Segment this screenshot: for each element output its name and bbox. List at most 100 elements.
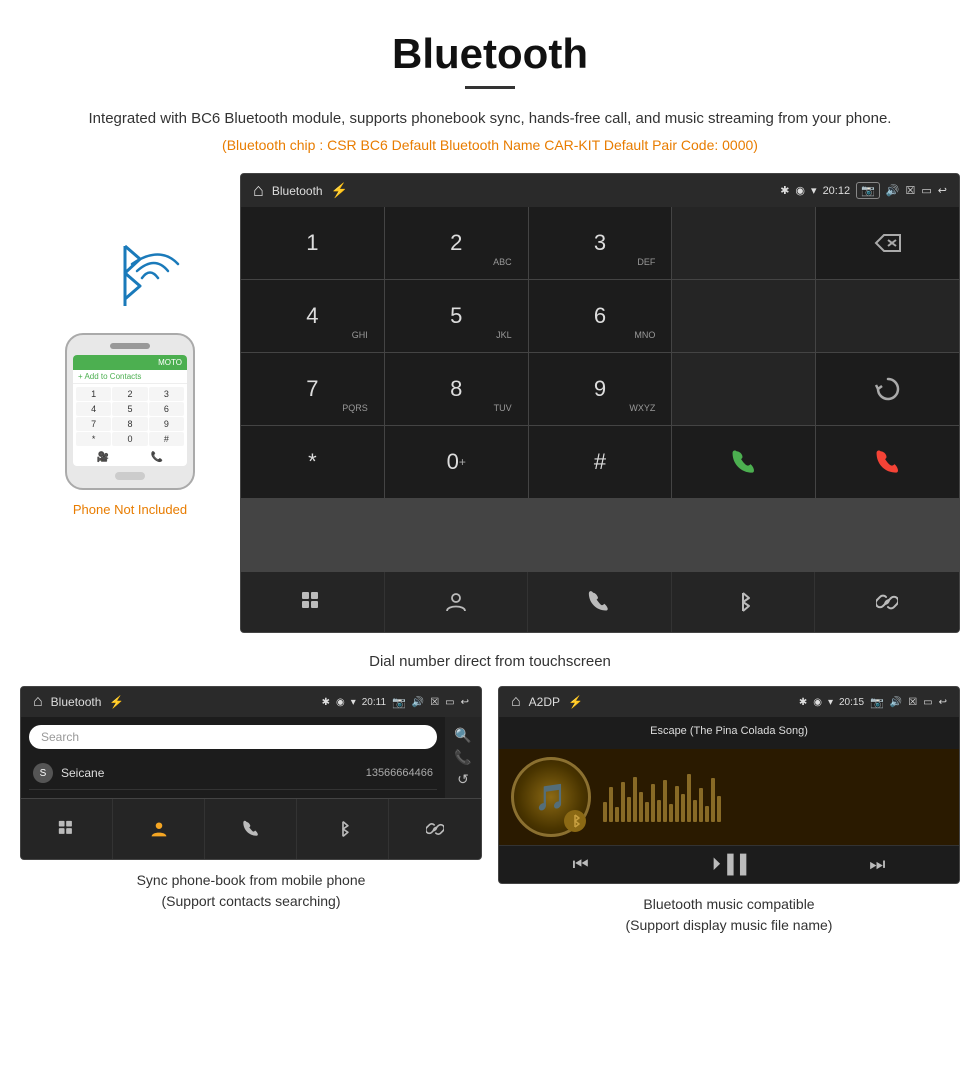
phone-dial-7[interactable]: 7	[76, 417, 111, 431]
pb-person-icon[interactable]	[113, 799, 205, 859]
dial-call-green[interactable]	[672, 426, 815, 498]
next-track-button[interactable]: ⏭	[869, 854, 885, 875]
dial-refresh[interactable]	[816, 353, 959, 425]
phone-dial-0[interactable]: 0	[112, 432, 147, 446]
phone-dial-3[interactable]: 3	[149, 387, 184, 401]
statusbar-left: ⌂ Bluetooth ⚡	[253, 180, 348, 201]
phone-dial-2[interactable]: 2	[112, 387, 147, 401]
pb-statusbar-right: ✱ ◉ ▾ 20:11 📷 🔊 ☒ ▭ ↩	[322, 696, 469, 709]
pb-x-icon[interactable]: ☒	[430, 697, 439, 708]
music-home-icon[interactable]: ⌂	[511, 693, 521, 711]
phone-dial-6[interactable]: 6	[149, 402, 184, 416]
bottom-grid-icon[interactable]	[241, 572, 385, 632]
pb-grid-icon[interactable]	[21, 799, 113, 859]
dial-call-red[interactable]	[816, 426, 959, 498]
music-wifi-icon: ▾	[828, 697, 833, 708]
bluetooth-icon-container	[90, 233, 170, 313]
dial-0[interactable]: 0+	[385, 426, 528, 498]
backspace-icon	[874, 233, 902, 253]
prev-track-button[interactable]: ⏮	[573, 854, 589, 875]
dial-5[interactable]: 5JKL	[385, 280, 528, 352]
phonebook-right-icons: 🔍 📞 ↺	[445, 717, 481, 798]
dial-3[interactable]: 3DEF	[529, 207, 672, 279]
pb-bt-bottom-icon[interactable]	[297, 799, 389, 859]
back-icon[interactable]: ↩	[938, 184, 947, 197]
volume-icon[interactable]: 🔊	[886, 184, 900, 197]
pb-phone-icon[interactable]: 📞	[454, 749, 471, 766]
phone-dial-1[interactable]: 1	[76, 387, 111, 401]
play-pause-button[interactable]: ⏵▐▐	[712, 854, 747, 875]
dial-hash[interactable]: #	[529, 426, 672, 498]
bluetooth-waves-icon	[90, 233, 180, 323]
music-camera-icon[interactable]: 📷	[870, 696, 884, 709]
phone-dial-4[interactable]: 4	[76, 402, 111, 416]
phonebook-list: Search S Seicane 13566664466	[21, 717, 445, 798]
dial-4[interactable]: 4GHI	[241, 280, 384, 352]
window-icon[interactable]: ▭	[921, 184, 931, 197]
bt-status-icon: ✱	[780, 184, 789, 197]
phone-dial-8[interactable]: 8	[112, 417, 147, 431]
wifi-icon: ▾	[811, 184, 817, 197]
music-back-icon[interactable]: ↩	[939, 697, 947, 708]
dial-star[interactable]: *	[241, 426, 384, 498]
dial-8[interactable]: 8TUV	[385, 353, 528, 425]
screen-icon[interactable]: ☒	[906, 184, 916, 197]
refresh-icon	[874, 375, 902, 403]
dial-backspace[interactable]	[816, 207, 959, 279]
music-statusbar-title: A2DP	[529, 695, 560, 709]
statusbar-right: ✱ ◉ ▾ 20:12 📷 🔊 ☒ ▭ ↩	[780, 182, 947, 199]
music-screen: ⌂ A2DP ⚡ ✱ ◉ ▾ 20:15 📷 🔊 ☒ ▭ ↩ Escape (T…	[498, 686, 960, 884]
pb-time: 20:11	[362, 697, 386, 708]
pb-vol-icon[interactable]: 🔊	[412, 697, 424, 708]
phone-dial-star[interactable]: *	[76, 432, 111, 446]
camera-icon[interactable]: 📷	[856, 182, 880, 199]
pb-back-icon[interactable]: ↩	[461, 697, 469, 708]
music-note-icon: 🎵	[535, 782, 567, 813]
phone-dial-hash[interactable]: #	[149, 432, 184, 446]
music-statusbar-left: ⌂ A2DP ⚡	[511, 693, 583, 711]
pb-camera-icon[interactable]: 📷	[392, 696, 406, 709]
phone-call-icon[interactable]: 📞	[151, 452, 163, 463]
phonebook-statusbar: ⌂ Bluetooth ⚡ ✱ ◉ ▾ 20:11 📷 🔊 ☒ ▭ ↩	[21, 687, 481, 717]
page-specs: (Bluetooth chip : CSR BC6 Default Blueto…	[40, 137, 940, 153]
music-visualizer	[603, 772, 947, 822]
bottom-link-icon[interactable]	[815, 572, 959, 632]
page-description: Integrated with BC6 Bluetooth module, su…	[40, 107, 940, 131]
dial-6[interactable]: 6MNO	[529, 280, 672, 352]
music-time: 20:15	[839, 697, 864, 708]
bottom-phone-icon[interactable]	[528, 572, 672, 632]
pb-link-bottom-icon[interactable]	[389, 799, 481, 859]
search-bar[interactable]: Search	[29, 725, 437, 749]
music-bt-icon: ✱	[799, 697, 807, 708]
phonebook-body: Search S Seicane 13566664466 🔍 📞 ↺	[21, 717, 481, 798]
phone-screen-header: MOTO	[73, 355, 187, 370]
page-title: Bluetooth	[40, 30, 940, 78]
phone-dialpad: 1 2 3 4 5 6 7 8 9 * 0 #	[73, 384, 187, 449]
pb-phone-bottom-icon[interactable]	[205, 799, 297, 859]
music-win-icon[interactable]: ▭	[923, 697, 932, 708]
dial-9[interactable]: 9WXYZ	[529, 353, 672, 425]
dial-2[interactable]: 2ABC	[385, 207, 528, 279]
phonebook-caption: Sync phone-book from mobile phone (Suppo…	[137, 870, 366, 912]
music-vol-icon[interactable]: 🔊	[890, 697, 902, 708]
dial-empty-1	[672, 207, 815, 279]
bottom-person-icon[interactable]	[385, 572, 529, 632]
pb-home-icon[interactable]: ⌂	[33, 693, 43, 711]
page-header: Bluetooth Integrated with BC6 Bluetooth …	[0, 0, 980, 173]
music-x-icon[interactable]: ☒	[908, 697, 917, 708]
phone-dial-9[interactable]: 9	[149, 417, 184, 431]
pb-search-icon[interactable]: 🔍	[454, 727, 471, 744]
phone-dial-5[interactable]: 5	[112, 402, 147, 416]
dial-1[interactable]: 1	[241, 207, 384, 279]
pb-win-icon[interactable]: ▭	[445, 697, 454, 708]
bottom-bt-icon[interactable]	[672, 572, 816, 632]
contact-row[interactable]: S Seicane 13566664466	[29, 757, 437, 790]
dial-7[interactable]: 7PQRS	[241, 353, 384, 425]
phone-home-button[interactable]	[115, 472, 145, 480]
home-icon[interactable]: ⌂	[253, 180, 264, 201]
phonebook-wrapper: ⌂ Bluetooth ⚡ ✱ ◉ ▾ 20:11 📷 🔊 ☒ ▭ ↩	[20, 686, 482, 936]
bottom-icons-row	[241, 571, 959, 632]
contact-name: Seicane	[61, 766, 366, 780]
phone-not-included-label: Phone Not Included	[73, 502, 187, 517]
pb-refresh-icon[interactable]: ↺	[457, 771, 469, 788]
